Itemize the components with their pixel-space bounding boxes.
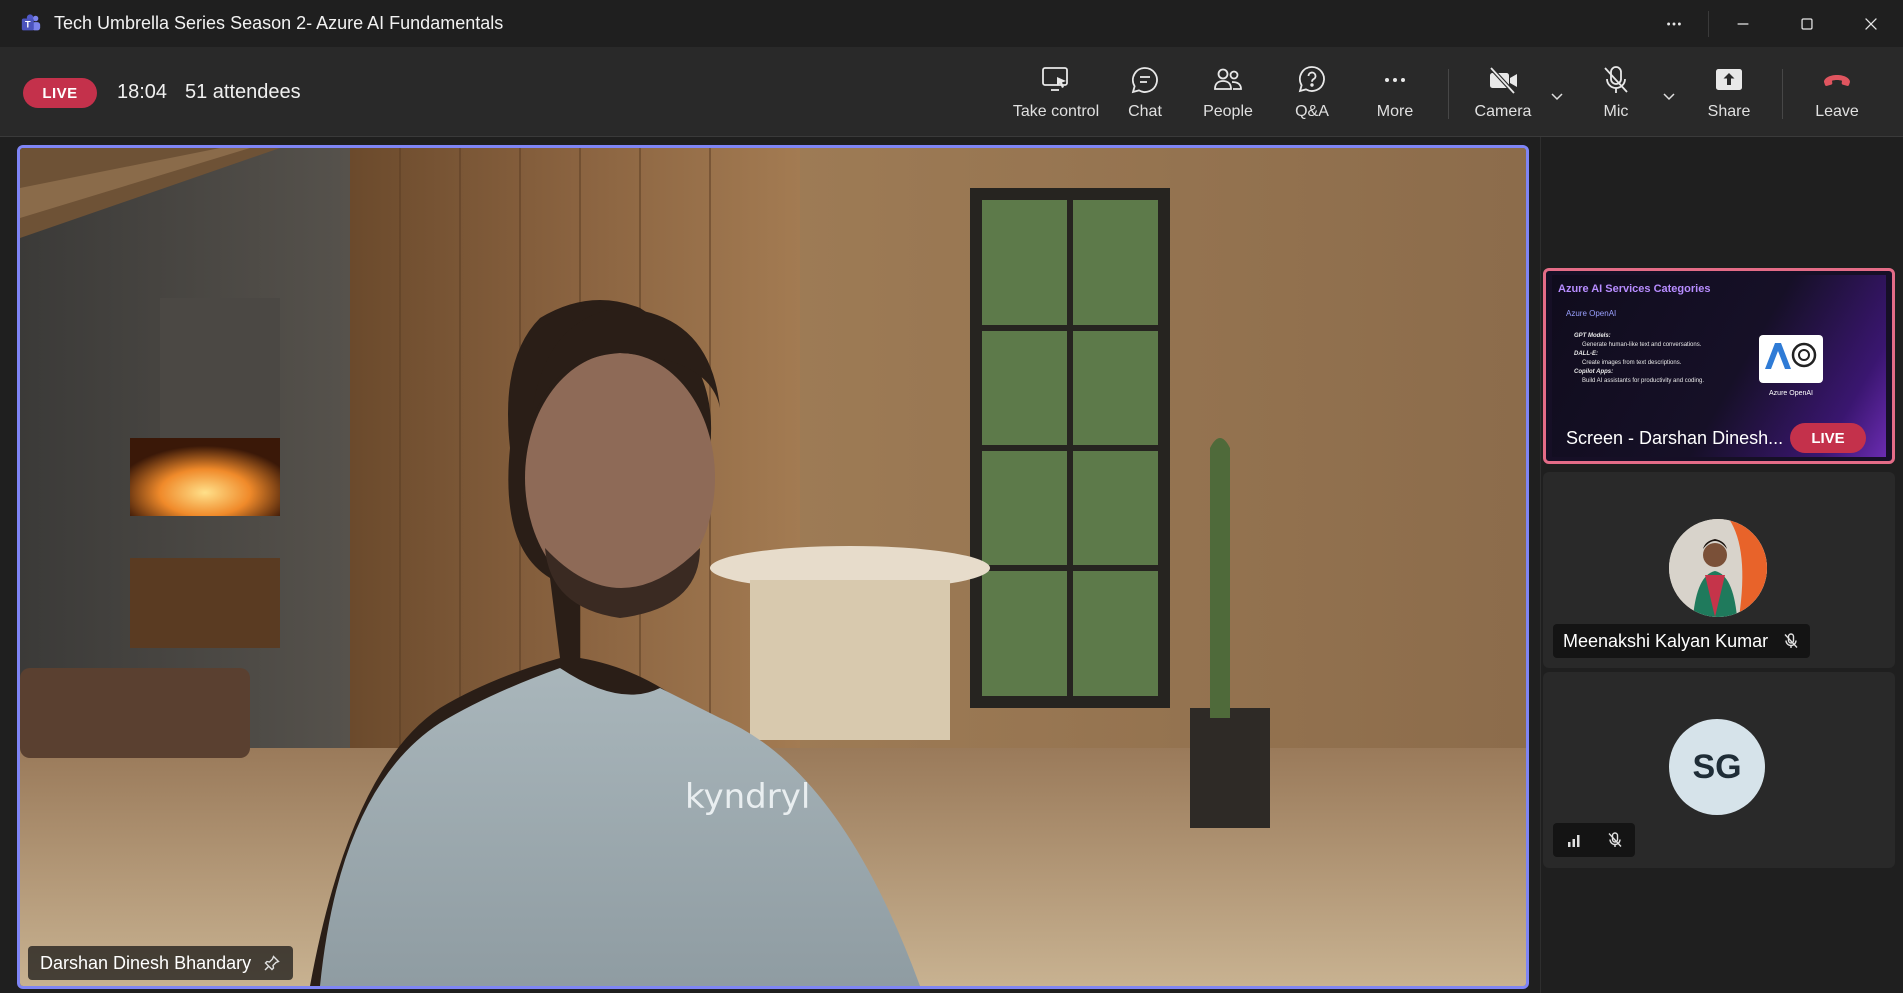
slide-bullet: GPT Models: — [1574, 333, 1611, 339]
slide-bullet: Copilot Apps: — [1574, 369, 1614, 375]
presenter-video: kyndryl — [20, 148, 1526, 986]
participant-tile[interactable]: Meenakshi Kalyan Kumar — [1543, 472, 1895, 668]
mic-button[interactable]: Mic — [1596, 59, 1636, 125]
azure-openai-logo-icon — [1759, 335, 1823, 383]
presenter-name: Darshan Dinesh Bhandary — [40, 952, 252, 973]
slide-bullet: Build AI assistants for productivity and… — [1582, 378, 1705, 384]
live-badge: LIVE — [23, 78, 97, 108]
window-controls-divider — [1708, 10, 1709, 37]
camera-options-chevron-icon[interactable] — [1548, 87, 1566, 105]
leave-label: Leave — [1815, 103, 1859, 120]
qa-label: Q&A — [1295, 103, 1329, 120]
mic-off-icon — [1607, 832, 1622, 847]
window-title: Tech Umbrella Series Season 2- Azure AI … — [54, 13, 504, 33]
hang-up-icon — [1824, 75, 1850, 86]
mic-off-icon — [1604, 66, 1628, 93]
chat-icon — [1131, 67, 1158, 94]
meeting-control-bar: LIVE 18:04 51 attendees Take control Cha… — [0, 47, 1903, 137]
attendee-count: 51 attendees — [185, 81, 301, 103]
take-control-button[interactable]: Take control — [1006, 59, 1106, 125]
screen-share-label: Screen - Darshan Dinesh... — [1566, 428, 1784, 448]
svg-text:T: T — [25, 19, 31, 29]
participants-panel: Azure AI Services Categories Azure OpenA… — [1540, 137, 1903, 993]
participant-tile[interactable]: SG — [1543, 672, 1895, 868]
maximize-button[interactable] — [1775, 0, 1839, 47]
presenter-name-tag: Darshan Dinesh Bhandary — [28, 946, 294, 980]
close-icon — [1865, 17, 1877, 30]
more-options-button[interactable] — [1642, 0, 1706, 47]
avatar — [1669, 519, 1767, 617]
mic-label: Mic — [1603, 103, 1629, 120]
more-button[interactable]: More — [1370, 59, 1420, 125]
more-label: More — [1376, 103, 1414, 120]
window-controls — [1642, 0, 1903, 47]
chat-label: Chat — [1128, 103, 1162, 120]
participant-status-icons — [1553, 823, 1635, 857]
toolbar-divider — [1448, 69, 1449, 119]
signal-strength-icon — [1567, 835, 1579, 847]
screen-share-tile[interactable]: Azure AI Services Categories Azure OpenA… — [1543, 268, 1895, 464]
toolbar-divider — [1782, 69, 1783, 119]
camera-label: Camera — [1474, 103, 1532, 120]
people-label: People — [1203, 103, 1253, 120]
ellipsis-icon — [1667, 22, 1681, 25]
title-bar: T Tech Umbrella Series Season 2- Azure A… — [0, 0, 1903, 47]
maximize-icon — [1801, 17, 1813, 30]
meeting-elapsed-time: 18:04 — [117, 81, 168, 103]
people-icon — [1214, 68, 1242, 90]
slide-title: Azure AI Services Categories — [1558, 283, 1711, 295]
camera-button[interactable]: Camera — [1468, 59, 1538, 125]
qa-button[interactable]: Q&A — [1285, 59, 1339, 125]
slide-bullet: Create images from text descriptions. — [1582, 360, 1682, 366]
qa-icon — [1298, 66, 1325, 93]
slide-subtitle: Azure OpenAI — [1566, 309, 1617, 318]
screen-share-live-badge: LIVE — [1790, 423, 1866, 453]
participant-name-tag: Meenakshi Kalyan Kumar — [1553, 624, 1811, 658]
shirt-logo-text: kyndryl — [685, 777, 810, 817]
avatar: SG — [1669, 719, 1765, 815]
take-control-label: Take control — [1012, 103, 1100, 120]
presenter-video-tile[interactable]: kyndryl Darshan Dinesh Bhandary — [17, 145, 1529, 989]
share-button[interactable]: Share — [1704, 59, 1754, 125]
slide-bullet: Generate human-like text and conversatio… — [1582, 342, 1702, 348]
slide-bullet: DALL-E: — [1574, 351, 1598, 357]
slide-bullets: GPT Models: Generate human-like text and… — [1574, 332, 1704, 386]
camera-off-icon — [1489, 66, 1517, 95]
minimize-button[interactable] — [1711, 0, 1775, 47]
share-label: Share — [1707, 103, 1751, 120]
close-window-button[interactable] — [1839, 0, 1903, 47]
more-icon — [1385, 78, 1405, 82]
chat-button[interactable]: Chat — [1120, 59, 1170, 125]
people-button[interactable]: People — [1198, 59, 1258, 125]
take-control-icon — [1042, 67, 1068, 91]
share-icon — [1716, 69, 1742, 90]
mic-options-chevron-icon[interactable] — [1660, 87, 1678, 105]
participant-name: Meenakshi Kalyan Kumar — [1563, 630, 1769, 651]
slide-logo-caption: Azure OpenAI — [1769, 390, 1813, 397]
minimize-icon — [1737, 22, 1749, 25]
teams-icon: T — [21, 13, 41, 30]
pin-icon[interactable] — [263, 954, 281, 972]
leave-button[interactable]: Leave — [1810, 59, 1864, 125]
mic-off-icon — [1784, 633, 1798, 648]
